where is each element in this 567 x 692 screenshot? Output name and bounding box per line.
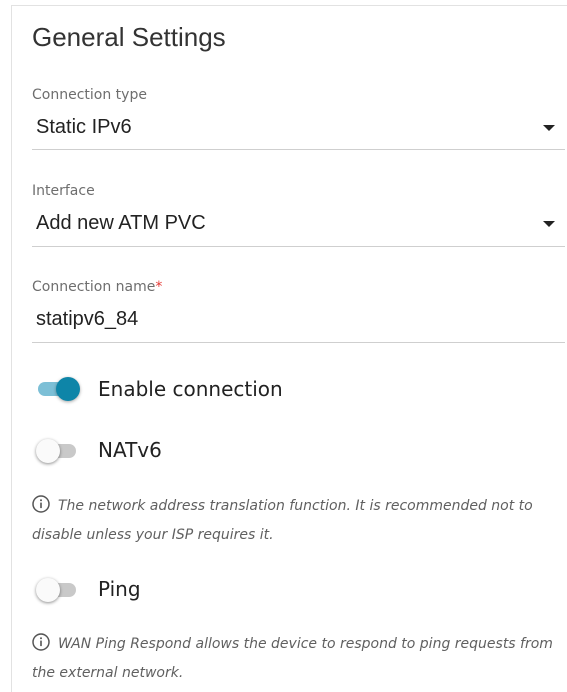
natv6-label: NATv6 (98, 438, 162, 462)
connection-type-underline (32, 149, 565, 150)
enable-connection-toggle[interactable] (36, 377, 80, 401)
enable-connection-label: Enable connection (98, 377, 283, 401)
connection-name-input[interactable]: statipv6_84 (36, 308, 138, 331)
connection-type-label: Connection type (32, 87, 147, 103)
interface-select[interactable]: Add new ATM PVC (36, 212, 206, 235)
toggle-knob (36, 439, 60, 463)
toggle-knob (36, 578, 60, 602)
general-settings-panel (11, 5, 567, 692)
connection-name-label-text: Connection name (32, 279, 156, 295)
required-asterisk: * (155, 279, 163, 295)
panel-title: General Settings (32, 22, 226, 52)
interface-underline (32, 246, 565, 247)
chevron-down-icon[interactable] (543, 125, 555, 131)
natv6-hint: The network address translation function… (32, 493, 562, 548)
toggle-knob (56, 377, 80, 401)
natv6-toggle[interactable] (36, 439, 80, 463)
info-icon (32, 495, 50, 522)
connection-type-select[interactable]: Static IPv6 (36, 116, 132, 139)
connection-name-underline (32, 342, 565, 343)
natv6-hint-text: The network address translation function… (32, 498, 533, 543)
interface-label: Interface (32, 183, 95, 199)
chevron-down-icon[interactable] (543, 221, 555, 227)
ping-hint: WAN Ping Respond allows the device to re… (32, 631, 562, 686)
connection-name-label: Connection name* (32, 279, 162, 295)
info-icon (32, 633, 50, 660)
ping-toggle[interactable] (36, 578, 80, 602)
ping-label: Ping (98, 577, 141, 601)
ping-hint-text: WAN Ping Respond allows the device to re… (32, 636, 553, 681)
